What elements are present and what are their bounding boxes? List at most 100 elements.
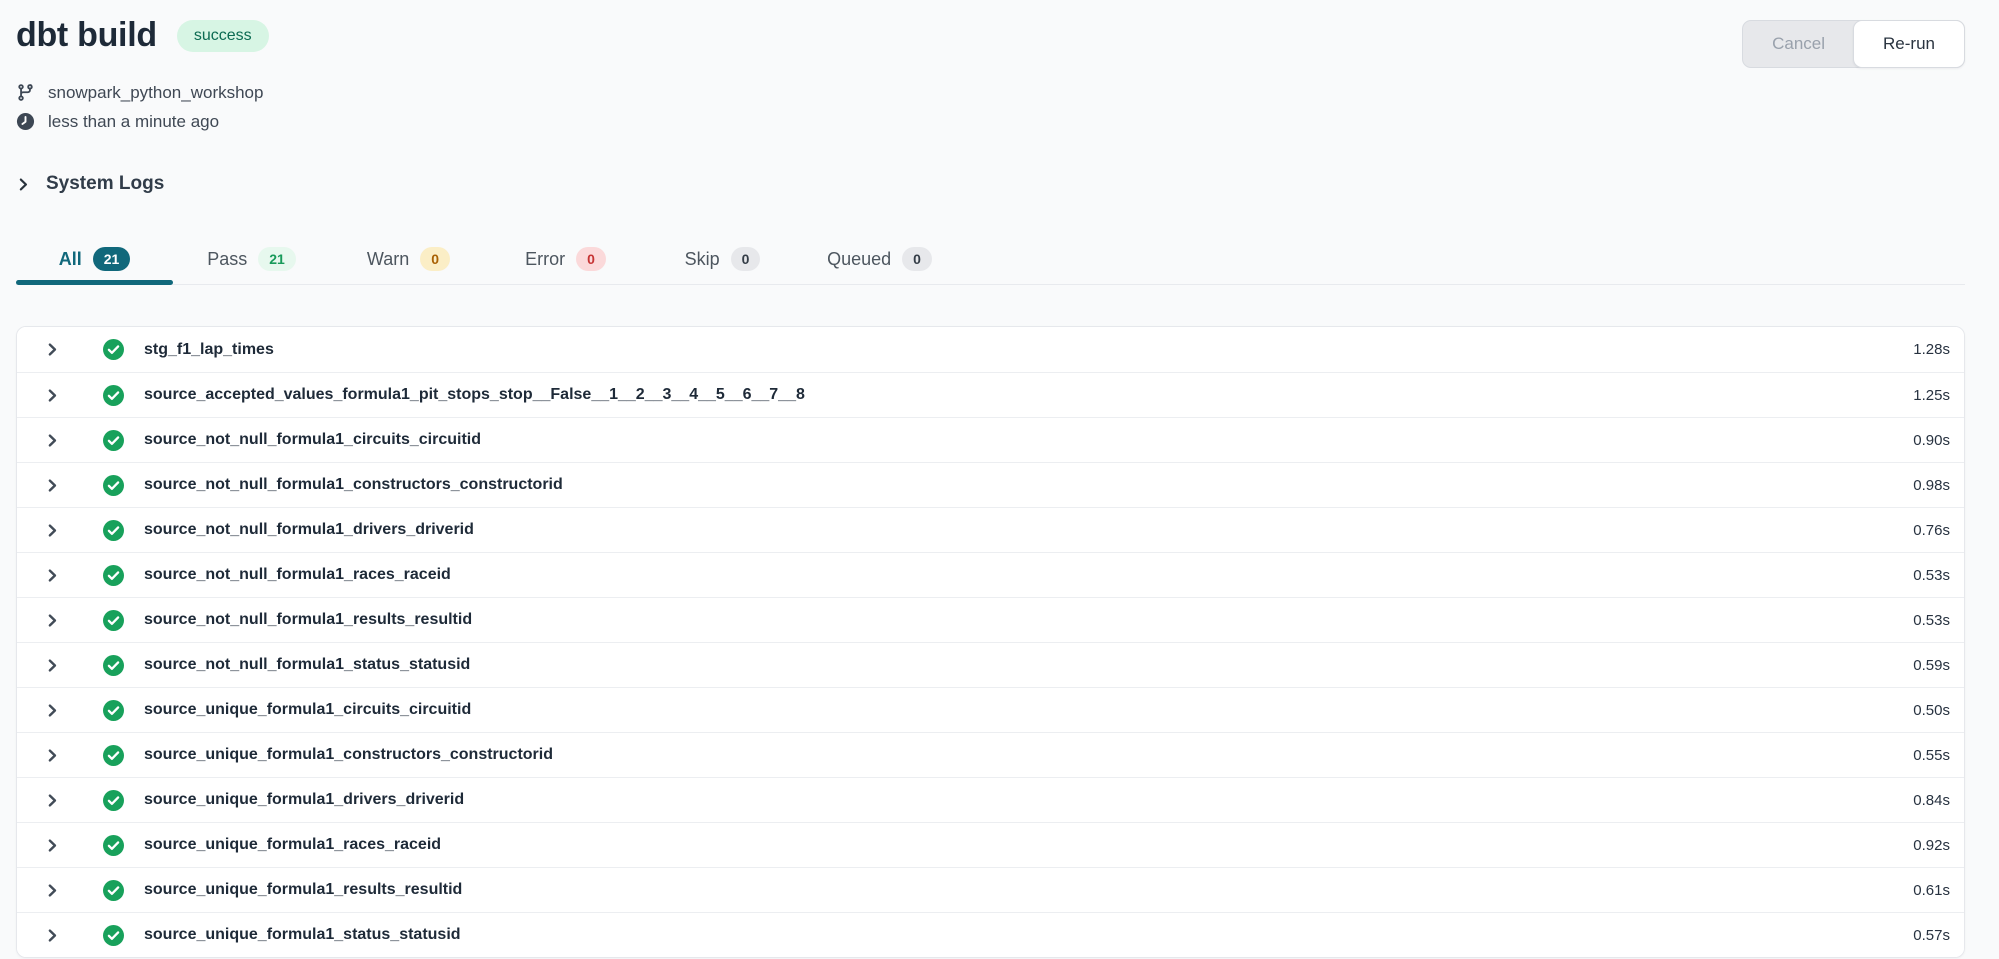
result-name: source_not_null_formula1_circuits_circui… — [144, 431, 481, 449]
tab-label: All — [59, 249, 82, 270]
check-circle-icon — [103, 385, 124, 406]
tab-pass[interactable]: Pass 21 — [173, 234, 330, 284]
result-name: source_not_null_formula1_status_statusid — [144, 656, 470, 674]
result-duration: 0.53s — [1913, 612, 1950, 629]
page-title: dbt build — [16, 16, 157, 55]
chevron-right-icon[interactable] — [45, 658, 60, 673]
result-row[interactable]: source_unique_formula1_constructors_cons… — [17, 732, 1964, 777]
tab-count-badge: 0 — [420, 247, 450, 271]
result-row[interactable]: source_unique_formula1_results_resultid … — [17, 867, 1964, 912]
result-name: source_not_null_formula1_constructors_co… — [144, 476, 563, 494]
tab-label: Queued — [827, 249, 891, 270]
result-row[interactable]: source_unique_formula1_circuits_circuiti… — [17, 687, 1964, 732]
time-ago: less than a minute ago — [48, 112, 219, 132]
chevron-right-icon[interactable] — [45, 883, 60, 898]
tab-count-badge: 21 — [258, 247, 296, 271]
result-duration: 0.76s — [1913, 522, 1950, 539]
result-name: source_accepted_values_formula1_pit_stop… — [144, 386, 805, 404]
result-row[interactable]: source_not_null_formula1_status_statusid… — [17, 642, 1964, 687]
check-circle-icon — [103, 880, 124, 901]
tab-label: Skip — [685, 249, 720, 270]
tab-label: Error — [525, 249, 565, 270]
chevron-right-icon[interactable] — [45, 928, 60, 943]
run-detail-page: dbt build success Cancel Re-run snowpark… — [0, 0, 1999, 958]
tab-label: Pass — [207, 249, 247, 270]
result-duration: 0.61s — [1913, 882, 1950, 899]
result-row[interactable]: source_not_null_formula1_results_resulti… — [17, 597, 1964, 642]
check-circle-icon — [103, 565, 124, 586]
clock-icon — [16, 112, 35, 131]
rerun-button[interactable]: Re-run — [1853, 20, 1965, 68]
chevron-right-icon[interactable] — [45, 342, 60, 357]
result-duration: 0.53s — [1913, 567, 1950, 584]
chevron-right-icon[interactable] — [45, 748, 60, 763]
result-row[interactable]: source_not_null_formula1_drivers_driveri… — [17, 507, 1964, 552]
time-row: less than a minute ago — [16, 107, 1965, 136]
result-row[interactable]: source_not_null_formula1_races_raceid 0.… — [17, 552, 1964, 597]
result-row[interactable]: source_not_null_formula1_circuits_circui… — [17, 417, 1964, 462]
result-name: source_unique_formula1_races_raceid — [144, 836, 441, 854]
tab-warn[interactable]: Warn 0 — [330, 234, 487, 284]
check-circle-icon — [103, 475, 124, 496]
result-row[interactable]: source_unique_formula1_status_statusid 0… — [17, 912, 1964, 957]
chevron-right-icon[interactable] — [45, 703, 60, 718]
check-circle-icon — [103, 835, 124, 856]
chevron-right-icon[interactable] — [45, 613, 60, 628]
tab-all[interactable]: All 21 — [16, 234, 173, 284]
title-wrap: dbt build success — [16, 16, 269, 55]
chevron-right-icon[interactable] — [45, 793, 60, 808]
tab-error[interactable]: Error 0 — [487, 234, 644, 284]
result-name: source_unique_formula1_results_resultid — [144, 881, 462, 899]
result-row[interactable]: source_unique_formula1_races_raceid 0.92… — [17, 822, 1964, 867]
check-circle-icon — [103, 745, 124, 766]
cancel-button[interactable]: Cancel — [1743, 21, 1854, 67]
check-circle-icon — [103, 430, 124, 451]
check-circle-icon — [103, 700, 124, 721]
tab-count-badge: 0 — [731, 247, 761, 271]
check-circle-icon — [103, 610, 124, 631]
status-badge: success — [177, 20, 269, 52]
branch-name: snowpark_python_workshop — [48, 83, 263, 103]
result-duration: 0.57s — [1913, 927, 1950, 944]
branch-row: snowpark_python_workshop — [16, 78, 1965, 107]
result-name: stg_f1_lap_times — [144, 341, 274, 359]
results-list: stg_f1_lap_times 1.28s source_accepted_v… — [16, 326, 1965, 958]
result-duration: 0.92s — [1913, 837, 1950, 854]
result-name: source_unique_formula1_drivers_driverid — [144, 791, 464, 809]
result-name: source_not_null_formula1_drivers_driveri… — [144, 521, 474, 539]
result-row[interactable]: stg_f1_lap_times 1.28s — [17, 327, 1964, 372]
run-meta: snowpark_python_workshop less than a min… — [16, 78, 1965, 136]
check-circle-icon — [103, 520, 124, 541]
tab-count-badge: 0 — [576, 247, 606, 271]
run-header: dbt build success Cancel Re-run — [16, 14, 1965, 68]
chevron-right-icon[interactable] — [45, 478, 60, 493]
chevron-right-icon[interactable] — [45, 838, 60, 853]
chevron-right-icon[interactable] — [45, 523, 60, 538]
chevron-right-icon[interactable] — [45, 568, 60, 583]
result-name: source_unique_formula1_constructors_cons… — [144, 746, 553, 764]
chevron-right-icon — [16, 177, 31, 192]
result-row[interactable]: source_not_null_formula1_constructors_co… — [17, 462, 1964, 507]
result-duration: 0.90s — [1913, 432, 1950, 449]
result-duration: 0.59s — [1913, 657, 1950, 674]
system-logs-label: System Logs — [46, 173, 164, 195]
chevron-right-icon[interactable] — [45, 388, 60, 403]
tab-skip[interactable]: Skip 0 — [644, 234, 801, 284]
tab-count-badge: 21 — [93, 247, 131, 271]
result-duration: 0.98s — [1913, 477, 1950, 494]
result-name: source_unique_formula1_circuits_circuiti… — [144, 701, 471, 719]
chevron-right-icon[interactable] — [45, 433, 60, 448]
tab-queued[interactable]: Queued 0 — [801, 234, 958, 284]
check-circle-icon — [103, 925, 124, 946]
check-circle-icon — [103, 790, 124, 811]
git-branch-icon — [16, 83, 35, 102]
tab-label: Warn — [367, 249, 409, 270]
result-duration: 1.25s — [1913, 387, 1950, 404]
result-name: source_not_null_formula1_results_resulti… — [144, 611, 472, 629]
result-row[interactable]: source_accepted_values_formula1_pit_stop… — [17, 372, 1964, 417]
result-duration: 0.55s — [1913, 747, 1950, 764]
result-name: source_unique_formula1_status_statusid — [144, 926, 461, 944]
result-row[interactable]: source_unique_formula1_drivers_driverid … — [17, 777, 1964, 822]
system-logs-toggle[interactable]: System Logs — [16, 170, 164, 198]
result-duration: 0.84s — [1913, 792, 1950, 809]
